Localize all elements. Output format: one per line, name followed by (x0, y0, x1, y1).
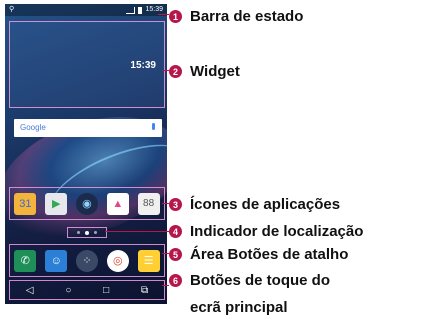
label-widget: 2 Widget (169, 63, 240, 80)
phone-icon[interactable]: ✆ (14, 249, 37, 272)
gallery-icon[interactable]: ▲ (106, 192, 129, 215)
badge-1: 1 (169, 10, 182, 23)
apps-drawer-icon[interactable]: ⁘ (75, 249, 98, 272)
label-text: Botões de toque do (190, 272, 330, 289)
page-dot-active (85, 230, 89, 235)
badge-3: 3 (169, 198, 182, 211)
label-app-icons: 3 Ícones de aplicações (169, 196, 340, 213)
badge-2: 2 (169, 65, 182, 78)
label-status-bar: 1 Barra de estado (169, 8, 303, 25)
recent-apps-icon[interactable]: □ (103, 285, 109, 296)
camera-icon[interactable]: ◉ (75, 192, 98, 215)
badge-6: 6 (169, 274, 182, 287)
page-dot (77, 231, 80, 234)
phone-screen: ⚲ 15:39 15:39 Google 31 ▶ ◉ ▲ 88 ✆ ☺ ⁘ ◎… (5, 4, 167, 304)
shortcut-dock: ✆ ☺ ⁘ ◎ ☰ (9, 244, 165, 277)
play-store-icon[interactable]: ▶ (45, 192, 68, 215)
settings-grid-icon[interactable]: 88 (137, 192, 160, 215)
widget-area[interactable]: 15:39 (9, 21, 165, 108)
battery-icon (138, 6, 143, 14)
google-search-bar[interactable]: Google (14, 119, 162, 137)
mic-icon[interactable] (152, 123, 155, 130)
label-text: Barra de estado (190, 8, 304, 25)
back-icon[interactable]: ◁ (26, 285, 34, 296)
dual-window-icon[interactable]: ⧉ (141, 285, 148, 296)
label-text: Indicador de localização (190, 223, 364, 240)
connector-line (162, 70, 169, 71)
google-logo: Google (20, 123, 46, 132)
label-text: Ícones de aplicações (190, 196, 341, 213)
label-shortcut-area: 5 Área Botões de atalho (169, 246, 348, 263)
location-indicator (67, 227, 107, 238)
notification-icon: ⚲ (9, 6, 15, 13)
badge-5: 5 (169, 248, 182, 261)
chrome-icon[interactable]: ◎ (106, 249, 129, 272)
label-text: Widget (190, 63, 240, 80)
connector-line (158, 14, 169, 15)
status-bar[interactable]: ⚲ 15:39 (5, 4, 167, 16)
signal-icon (126, 6, 136, 14)
widget-clock: 15:39 (130, 60, 156, 71)
badge-4: 4 (169, 225, 182, 238)
home-icon[interactable]: ○ (65, 285, 71, 296)
calendar-icon[interactable]: 31 (14, 192, 37, 215)
app-icons-row: 31 ▶ ◉ ▲ 88 (9, 187, 165, 220)
label-home-buttons-line2: ecrã principal (190, 299, 288, 316)
connector-line (105, 231, 169, 232)
connector-line (162, 253, 169, 254)
label-home-buttons: 6 Botões de toque do (169, 272, 330, 289)
connector-line (162, 203, 169, 204)
label-location-indicator: 4 Indicador de localização (169, 223, 363, 240)
label-text: Área Botões de atalho (190, 246, 349, 263)
contacts-icon[interactable]: ☺ (45, 249, 68, 272)
home-touch-buttons: ◁ ○ □ ⧉ (9, 280, 165, 300)
page-dot (94, 231, 97, 234)
connector-line (162, 285, 169, 286)
messages-icon[interactable]: ☰ (137, 249, 160, 272)
